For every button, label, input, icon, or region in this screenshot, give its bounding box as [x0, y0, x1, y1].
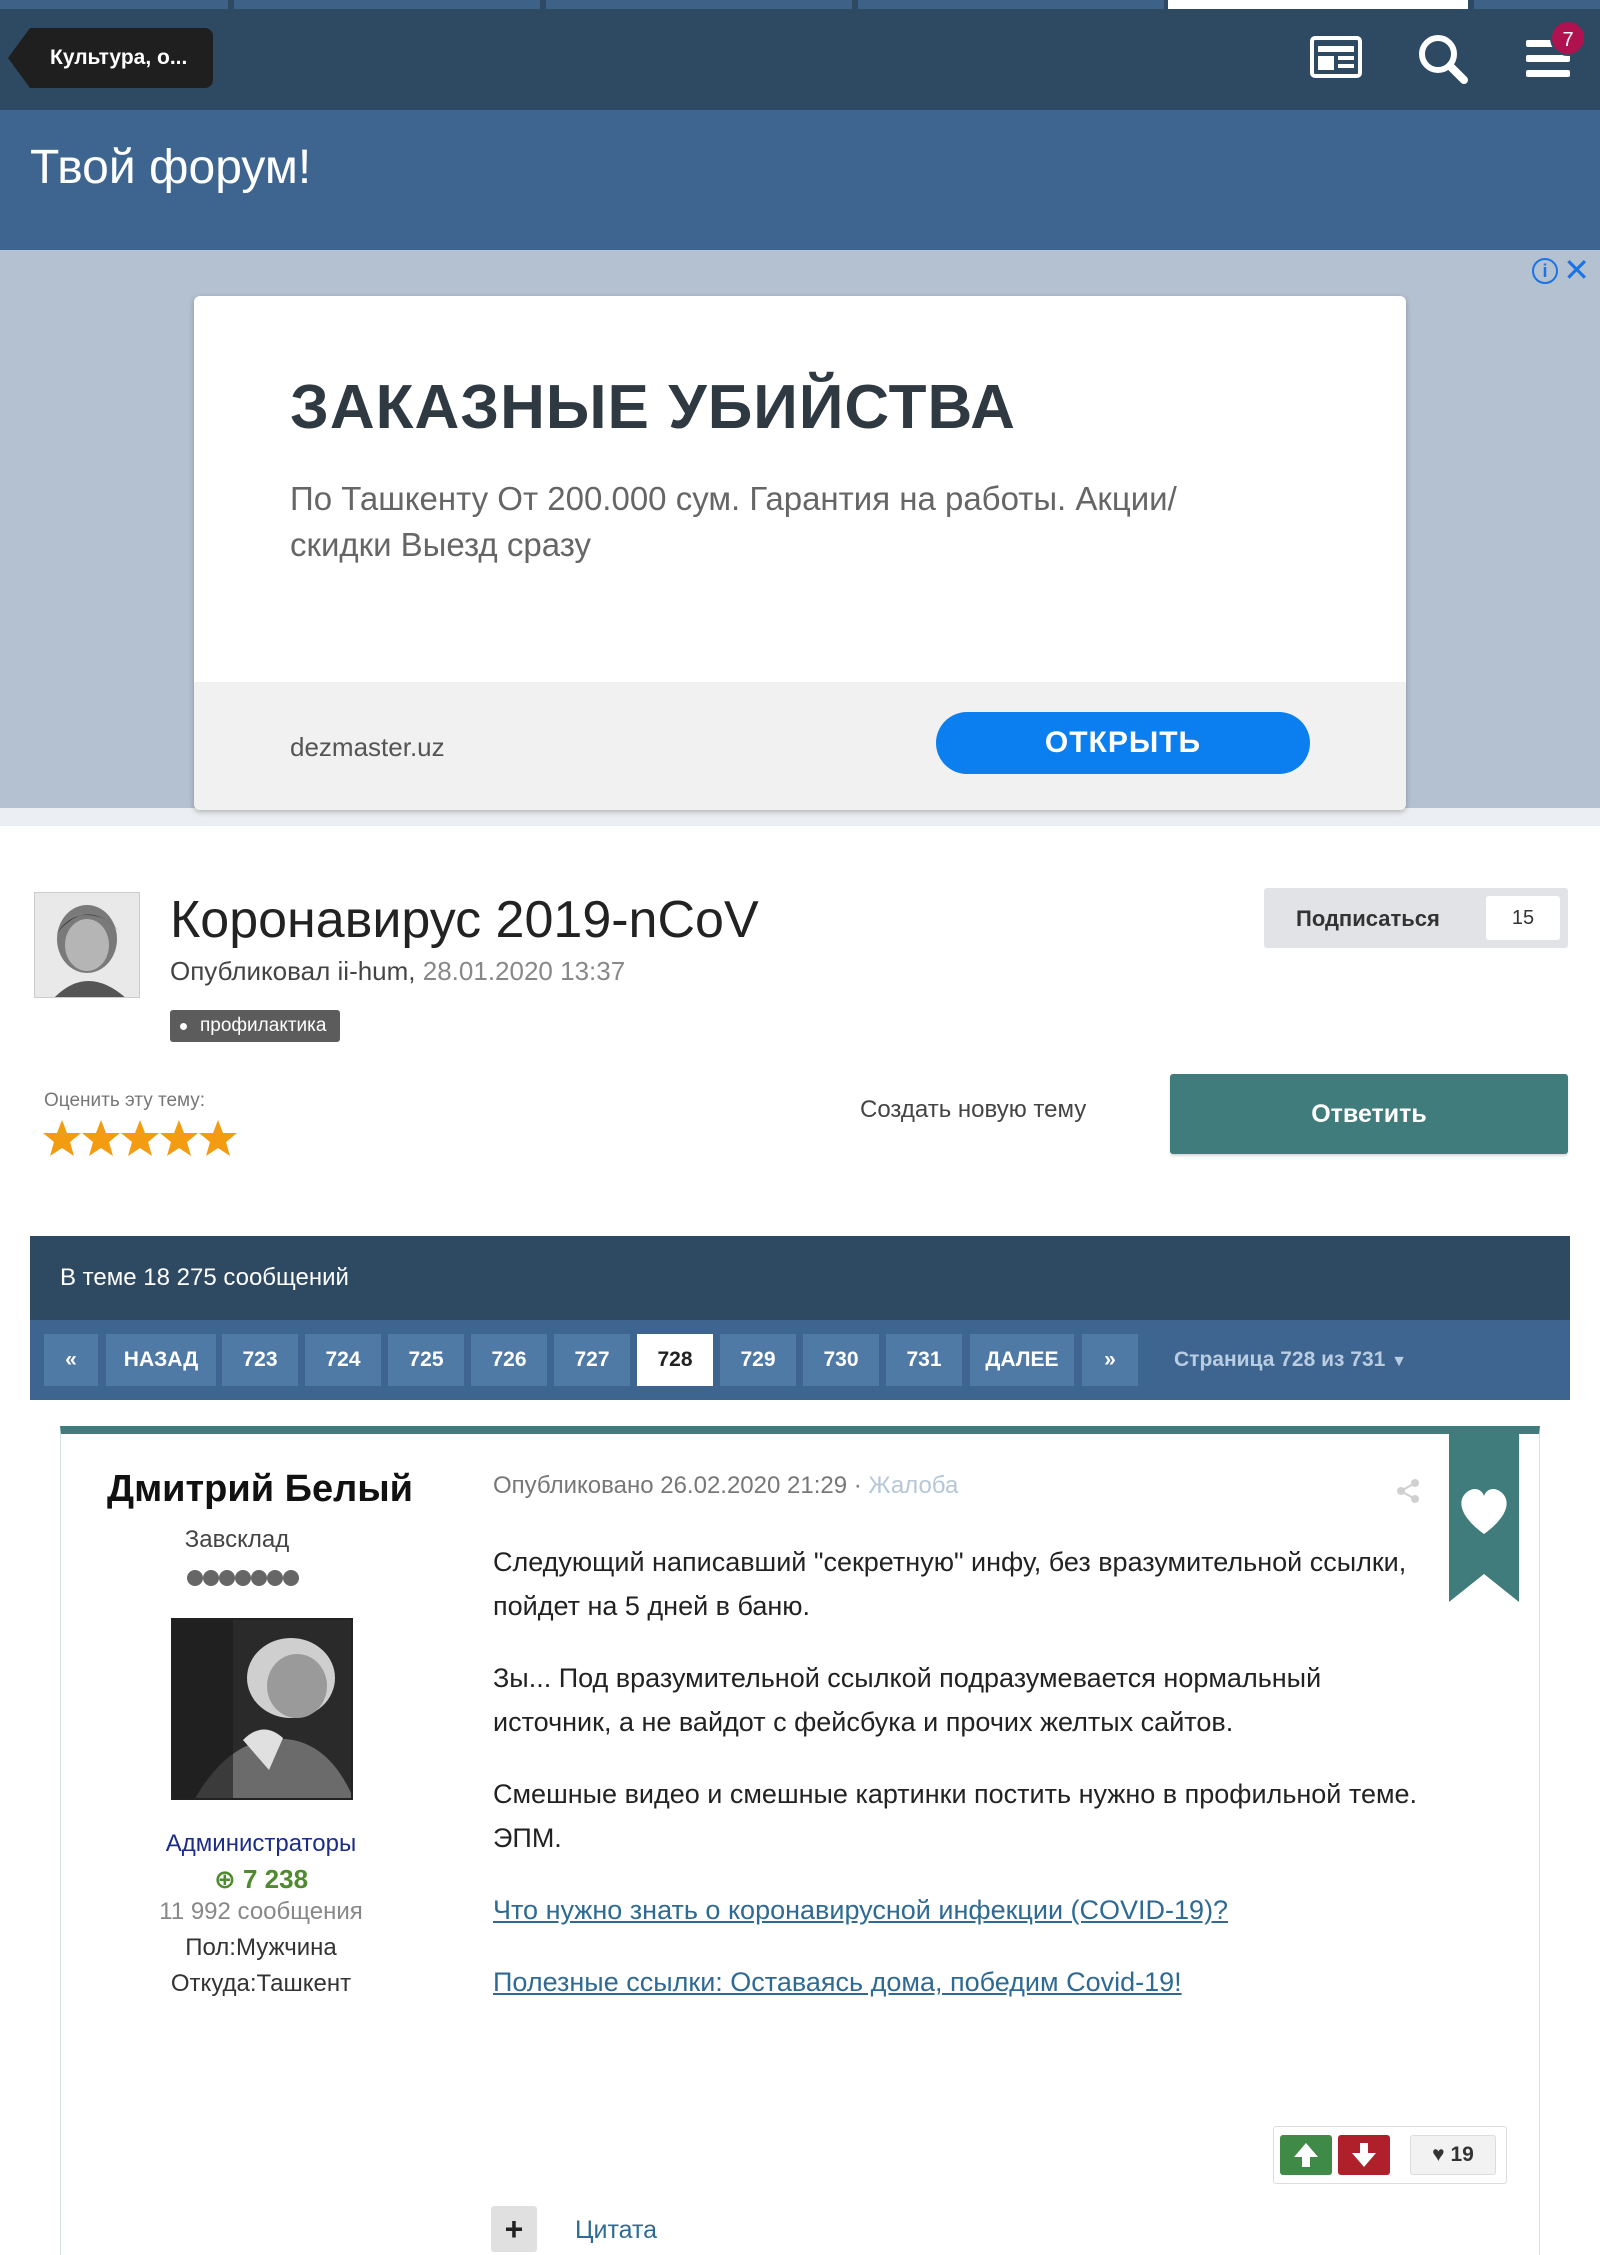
ad-close-icon[interactable]: ✕: [1563, 254, 1590, 286]
top-tab[interactable]: [546, 0, 852, 9]
topic-tag[interactable]: профилактика: [170, 1010, 341, 1042]
page-button[interactable]: 723: [222, 1334, 298, 1386]
create-topic-link[interactable]: Создать новую тему: [860, 1096, 1086, 1124]
top-tab-active[interactable]: [1168, 0, 1468, 9]
post-paragraph: Смешные видео и смешные картинки постить…: [493, 1779, 1418, 1853]
page-jump-dropdown[interactable]: Страница 728 из 731 ▼: [1174, 1334, 1407, 1386]
top-tab[interactable]: [234, 0, 540, 9]
rating-stars[interactable]: [42, 1118, 242, 1158]
post-count-bar: В теме 18 275 сообщений: [30, 1236, 1570, 1320]
like-count-value: 19: [1450, 2143, 1474, 2166]
ad-domain: dezmaster.uz: [290, 732, 445, 762]
author-reputation: ⊕ 7 238: [61, 1864, 461, 1895]
quote-link[interactable]: Цитата: [575, 2216, 657, 2245]
top-navigation-bar: Культура, о... 7: [0, 0, 1600, 110]
star-icon: [199, 1120, 237, 1156]
topic-author[interactable]: Опубликовал ii-hum,: [170, 956, 416, 986]
ad-info-icon[interactable]: i: [1532, 258, 1558, 284]
star-icon: [121, 1120, 159, 1156]
site-title[interactable]: Твой форум!: [30, 140, 311, 195]
share-icon[interactable]: [1395, 1478, 1421, 1504]
post-link-covid-info[interactable]: Что нужно знать о коронавирусной инфекци…: [493, 1895, 1228, 1925]
author-gender: Пол:Мужчина: [185, 1934, 337, 1961]
page-button[interactable]: 730: [803, 1334, 879, 1386]
search-icon[interactable]: [1414, 30, 1470, 86]
heart-small-icon: ♥: [1432, 2143, 1445, 2166]
page-button[interactable]: 731: [886, 1334, 962, 1386]
post-meta: Опубликовано 26.02.2020 21:29 · Жалоба: [493, 1472, 958, 1500]
ad-description: По Ташкенту От 200.000 сум. Гарантия на …: [290, 480, 1177, 563]
rank-pip: [203, 1570, 219, 1586]
post-link-useful[interactable]: Полезные ссылки: Оставаясь дома, победим…: [493, 1967, 1182, 1997]
star-icon: [160, 1120, 198, 1156]
report-link[interactable]: Жалоба: [868, 1472, 958, 1499]
first-page-button[interactable]: «: [44, 1334, 98, 1386]
breadcrumb-back-button[interactable]: Культура, о...: [7, 28, 214, 88]
like-counter[interactable]: ♥ 19: [1410, 2135, 1496, 2175]
page-info: Страница 728 из 731: [1174, 1348, 1386, 1371]
rank-pip: [235, 1570, 251, 1586]
page-button[interactable]: 726: [471, 1334, 547, 1386]
rank-pip: [251, 1570, 267, 1586]
rank-pip: [219, 1570, 235, 1586]
reputation-value: 7 238: [242, 1864, 309, 1894]
heart-icon[interactable]: [1449, 1426, 1519, 1602]
author-group[interactable]: Администраторы: [61, 1830, 461, 1858]
page-button[interactable]: 725: [388, 1334, 464, 1386]
rank-pip: [187, 1570, 203, 1586]
advertisement: i ✕ ЗАКАЗНЫЕ УБИЙСТВА По Ташкенту От 200…: [0, 250, 1600, 810]
post-paragraph: Следующий написавший "секретную" инфу, б…: [493, 1547, 1407, 1621]
topic-date: 28.01.2020 13:37: [422, 956, 626, 986]
page-button[interactable]: 724: [305, 1334, 381, 1386]
top-tab[interactable]: [1474, 0, 1600, 9]
rank-pips: [187, 1570, 299, 1586]
post-author-name[interactable]: Дмитрий Белый: [107, 1468, 413, 1511]
ad-headline: ЗАКАЗНЫЕ УБИЙСТВА: [290, 373, 1016, 442]
author-location: Откуда:Ташкент: [170, 1970, 352, 1997]
page-button[interactable]: 729: [720, 1334, 796, 1386]
post: Дмитрий Белый Завсклад Администраторы ⊕: [60, 1426, 1540, 2255]
post-date[interactable]: Опубликовано 26.02.2020 21:29 ·: [493, 1472, 862, 1499]
pagination: « НАЗАД 723 724 725 726 727 728 729 730 …: [30, 1320, 1570, 1400]
multiquote-button[interactable]: +: [491, 2206, 537, 2252]
prev-page-button[interactable]: НАЗАД: [106, 1334, 216, 1386]
caret-down-icon: ▼: [1391, 1353, 1408, 1370]
top-tab[interactable]: [858, 0, 1164, 9]
plus-circle-icon: ⊕: [213, 1864, 236, 1894]
reaction-box: ♥ 19: [1273, 2126, 1507, 2184]
ad-footer: dezmaster.uz ОТКРЫТЬ: [194, 682, 1406, 810]
rating-label: Оценить эту тему:: [44, 1090, 206, 1111]
last-page-button[interactable]: »: [1082, 1334, 1138, 1386]
post-body: Следующий написавший "секретную" инфу, б…: [493, 1540, 1433, 2032]
news-icon[interactable]: [1308, 30, 1364, 86]
reply-button[interactable]: Ответить: [1170, 1074, 1568, 1154]
notification-badge[interactable]: 7: [1550, 20, 1586, 56]
current-page-button[interactable]: 728: [637, 1334, 713, 1386]
downvote-button[interactable]: [1338, 2135, 1390, 2175]
topic-title: Коронавирус 2019-nCoV: [170, 891, 759, 949]
topic-author-avatar[interactable]: [34, 892, 140, 998]
rank-pip: [283, 1570, 299, 1586]
main-content: Коронавирус 2019-nCoV Опубликовал ii-hum…: [0, 826, 1600, 2255]
follow-label: Подписаться: [1296, 906, 1440, 931]
next-page-button[interactable]: ДАЛЕЕ: [970, 1334, 1074, 1386]
ad-open-button[interactable]: ОТКРЫТЬ: [936, 712, 1310, 774]
rank-pip: [267, 1570, 283, 1586]
post-paragraph: Зы... Под вразумительной ссылкой подразу…: [493, 1663, 1322, 1737]
author-rank: Завсклад: [184, 1526, 290, 1553]
ad-card[interactable]: ЗАКАЗНЫЕ УБИЙСТВА По Ташкенту От 200.000…: [194, 296, 1406, 810]
topic-meta: Опубликовал ii-hum, 28.01.2020 13:37: [170, 956, 625, 987]
upvote-button[interactable]: [1280, 2135, 1332, 2175]
star-icon: [43, 1120, 81, 1156]
site-header: Твой форум!: [0, 110, 1600, 250]
star-icon: [82, 1120, 120, 1156]
page-button[interactable]: 727: [554, 1334, 630, 1386]
top-tab-strip: [0, 0, 1600, 9]
follow-count: 15: [1486, 896, 1560, 940]
follow-button[interactable]: Подписаться 15: [1264, 888, 1568, 948]
post-author-avatar[interactable]: [171, 1618, 353, 1800]
author-message-count: 11 992 сообщения: [159, 1898, 363, 1925]
top-tab[interactable]: [0, 0, 228, 9]
